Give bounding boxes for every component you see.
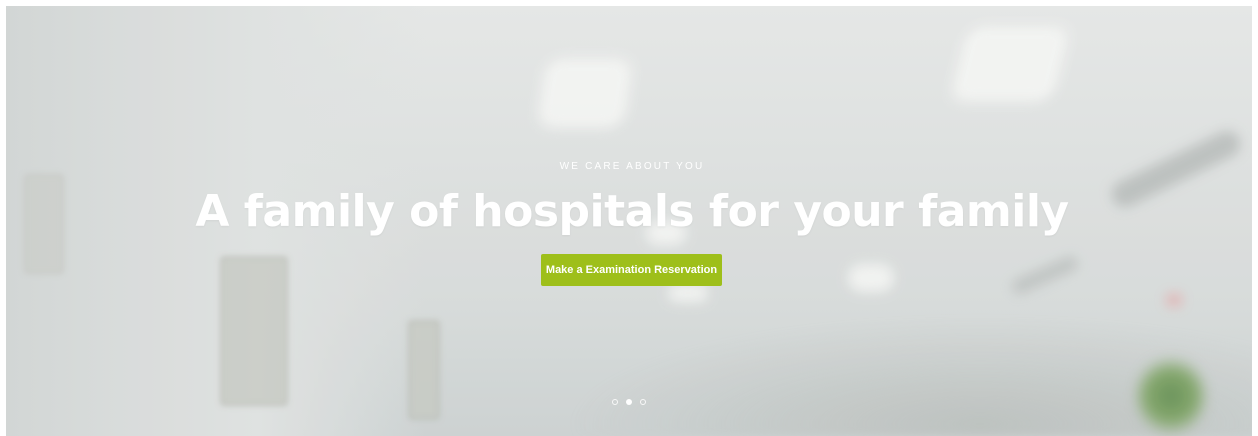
hero-headline: A family of hospitals for your family — [195, 186, 1069, 237]
hero-kicker: WE CARE ABOUT YOU — [559, 161, 705, 172]
hero-banner: WE CARE ABOUT YOU A family of hospitals … — [6, 6, 1252, 436]
examination-reservation-button[interactable]: Make a Examination Reservation — [541, 254, 722, 286]
slider-pagination — [612, 399, 646, 405]
slider-dot-3[interactable] — [640, 399, 646, 405]
hero-content: WE CARE ABOUT YOU A family of hospitals … — [6, 6, 1252, 436]
slider-dot-2[interactable] — [626, 399, 632, 405]
slider-dot-1[interactable] — [612, 399, 618, 405]
